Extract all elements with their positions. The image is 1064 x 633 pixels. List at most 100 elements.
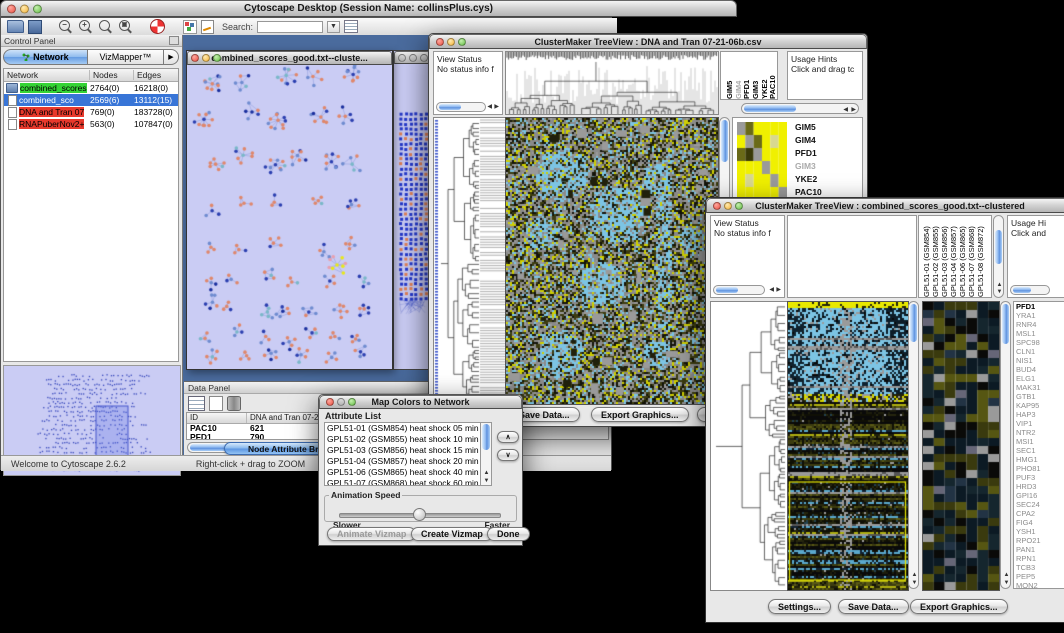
network-list-row[interactable]: RNAPuberNov2+563(0)107847(0) <box>4 118 178 130</box>
gene-list-item[interactable]: PHO81 <box>1014 464 1064 473</box>
tv2-row-dendrogram[interactable] <box>710 301 788 591</box>
gene-list-item[interactable]: MON2 <box>1014 581 1064 589</box>
scroll-down-arrow[interactable]: ▼ <box>1004 580 1010 586</box>
scroll-thumb[interactable] <box>1002 304 1009 344</box>
scroll-up-arrow[interactable]: ▲ <box>1004 572 1010 578</box>
gene-list-item[interactable]: PEP5 <box>1014 572 1064 581</box>
gene-list-item[interactable]: SPC98 <box>1014 338 1064 347</box>
network-canvas-1[interactable] <box>187 65 390 367</box>
zoom-button[interactable] <box>33 4 42 13</box>
zoom-button[interactable] <box>420 54 428 62</box>
attribute-list-item[interactable]: GPL51-03 (GSM856) heat shock 15 min <box>325 445 479 456</box>
network-window-1[interactable]: combined_scores_good.txt--cluste... <box>186 50 393 370</box>
scroll-left-arrow[interactable]: ◀ <box>487 104 492 110</box>
scroll-thumb[interactable] <box>744 105 796 112</box>
search-dropdown-arrow[interactable]: ▼ <box>327 21 340 33</box>
minimize-button[interactable] <box>20 4 29 13</box>
scroll-thumb[interactable] <box>482 424 490 450</box>
tv2-detail-vscrollbar[interactable]: ▲ ▼ <box>1000 301 1011 589</box>
treeview1-titlebar[interactable]: ClusterMaker TreeView : DNA and Tran 07-… <box>429 34 867 49</box>
tv2-status-hscrollbar[interactable] <box>713 285 765 295</box>
gene-list-item[interactable]: BUD4 <box>1014 365 1064 374</box>
tv2-top-vscrollbar[interactable]: ▲ ▼ <box>993 215 1004 298</box>
gene-list-item[interactable]: TCB3 <box>1014 563 1064 572</box>
scroll-thumb[interactable] <box>721 120 728 162</box>
tv1-status-hscrollbar[interactable] <box>436 102 486 112</box>
vizmap-nodes-icon[interactable] <box>183 20 197 34</box>
gene-list-item[interactable]: PFD1 <box>1014 302 1064 311</box>
gene-list-item[interactable]: PAN1 <box>1014 545 1064 554</box>
attribute-list-item[interactable]: GPL51-01 (GSM854) heat shock 05 min <box>325 423 479 434</box>
tab-vizmapper[interactable]: VizMapper™ <box>88 49 164 65</box>
main-titlebar[interactable]: Cytoscape Desktop (Session Name: collins… <box>0 0 737 17</box>
minimize-button[interactable] <box>447 38 455 46</box>
tv2-column-dendrogram-area[interactable] <box>787 215 917 298</box>
scroll-down-arrow[interactable]: ▼ <box>484 478 490 484</box>
tv2-global-heatmap[interactable] <box>787 301 909 591</box>
gene-list-item[interactable]: YSH1 <box>1014 527 1064 536</box>
scroll-thumb[interactable] <box>439 104 461 110</box>
attribute-listbox[interactable]: GPL51-01 (GSM854) heat shock 05 minGPL51… <box>324 422 492 486</box>
close-button[interactable] <box>7 4 16 13</box>
attribute-list-item[interactable]: GPL51-07 (GSM868) heat shock 60 min <box>325 478 479 486</box>
attribute-list-item[interactable]: GPL51-02 (GSM855) heat shock 10 min <box>325 434 479 445</box>
treeview2-titlebar[interactable]: ClusterMaker TreeView : combined_scores_… <box>706 198 1064 213</box>
tab-network[interactable]: Network <box>3 49 88 65</box>
gene-list-item[interactable]: RPN1 <box>1014 554 1064 563</box>
minimize-button[interactable] <box>202 54 210 62</box>
network-canvas-2[interactable] <box>394 64 428 367</box>
attribute-list-item[interactable]: GPL51-06 (GSM865) heat shock 40 min <box>325 467 479 478</box>
zoom-out-icon[interactable]: − <box>58 19 74 35</box>
attribute-list-item[interactable]: GPL51-04 (GSM857) heat shock 20 min <box>325 456 479 467</box>
attribute-list-vscrollbar[interactable]: ▲ ▼ <box>480 423 491 485</box>
close-button[interactable] <box>326 398 334 406</box>
search-input[interactable] <box>257 21 323 33</box>
gene-list-item[interactable]: MSL1 <box>1014 329 1064 338</box>
network-list-row[interactable]: DNA and Tran 07769(0)183728(0) <box>4 106 178 118</box>
gene-list-item[interactable]: KAP95 <box>1014 401 1064 410</box>
help-lifesaver-icon[interactable] <box>150 19 165 34</box>
speed-slider-thumb[interactable] <box>413 508 426 521</box>
scroll-down-arrow[interactable]: ▼ <box>912 580 918 586</box>
gene-list-item[interactable]: HAP3 <box>1014 410 1064 419</box>
scroll-thumb[interactable] <box>1013 287 1031 293</box>
animate-vizmap-button[interactable]: Animate Vizmap <box>327 527 416 541</box>
network-window-2[interactable] <box>393 50 431 370</box>
gene-list-item[interactable]: CPA2 <box>1014 509 1064 518</box>
done-button[interactable]: Done <box>487 527 530 541</box>
gene-list-item[interactable]: GTB1 <box>1014 392 1064 401</box>
gene-list-item[interactable]: RPO21 <box>1014 536 1064 545</box>
tv2-heat-vscrollbar[interactable]: ▲ ▼ <box>908 301 919 589</box>
scroll-thumb[interactable] <box>716 287 738 293</box>
save-icon[interactable] <box>28 20 42 34</box>
move-down-button[interactable]: ∨ <box>497 449 519 461</box>
close-button[interactable] <box>436 38 444 46</box>
tv1-export-graphics-button[interactable]: Export Graphics... <box>591 407 689 422</box>
gene-list-item[interactable]: SEC1 <box>1014 446 1064 455</box>
scroll-left-arrow[interactable]: ◀ <box>843 107 848 113</box>
zoom-fit-icon[interactable] <box>98 19 114 35</box>
scroll-thumb[interactable] <box>995 230 1002 264</box>
tv2-export-graphics-button[interactable]: Export Graphics... <box>910 599 1008 614</box>
gene-list-item[interactable]: CLN1 <box>1014 347 1064 356</box>
gene-list-item[interactable]: SEC24 <box>1014 500 1064 509</box>
gene-list-item[interactable]: FIG4 <box>1014 518 1064 527</box>
gene-list-item[interactable]: MSI1 <box>1014 437 1064 446</box>
scroll-thumb[interactable] <box>910 304 917 342</box>
close-button[interactable] <box>191 54 199 62</box>
scroll-up-arrow[interactable]: ▲ <box>484 470 490 476</box>
gene-list-item[interactable]: ELG1 <box>1014 374 1064 383</box>
scroll-right-arrow[interactable]: ▶ <box>776 287 781 293</box>
attribute-table-icon[interactable] <box>188 396 205 411</box>
new-attribute-icon[interactable] <box>209 396 223 411</box>
dialog-titlebar[interactable]: Map Colors to Network <box>319 395 522 409</box>
tv1-column-dendrogram[interactable] <box>505 51 719 115</box>
close-button[interactable] <box>398 54 406 62</box>
table-icon[interactable] <box>344 20 358 33</box>
gene-list-item[interactable]: HMG1 <box>1014 455 1064 464</box>
delete-attribute-icon[interactable] <box>227 396 241 411</box>
tv2-save-data-button[interactable]: Save Data... <box>838 599 909 614</box>
network-window-2-titlebar[interactable] <box>394 51 430 64</box>
tv2-detail-heatmap[interactable] <box>922 301 1000 591</box>
tv1-global-heatmap[interactable] <box>505 117 719 405</box>
